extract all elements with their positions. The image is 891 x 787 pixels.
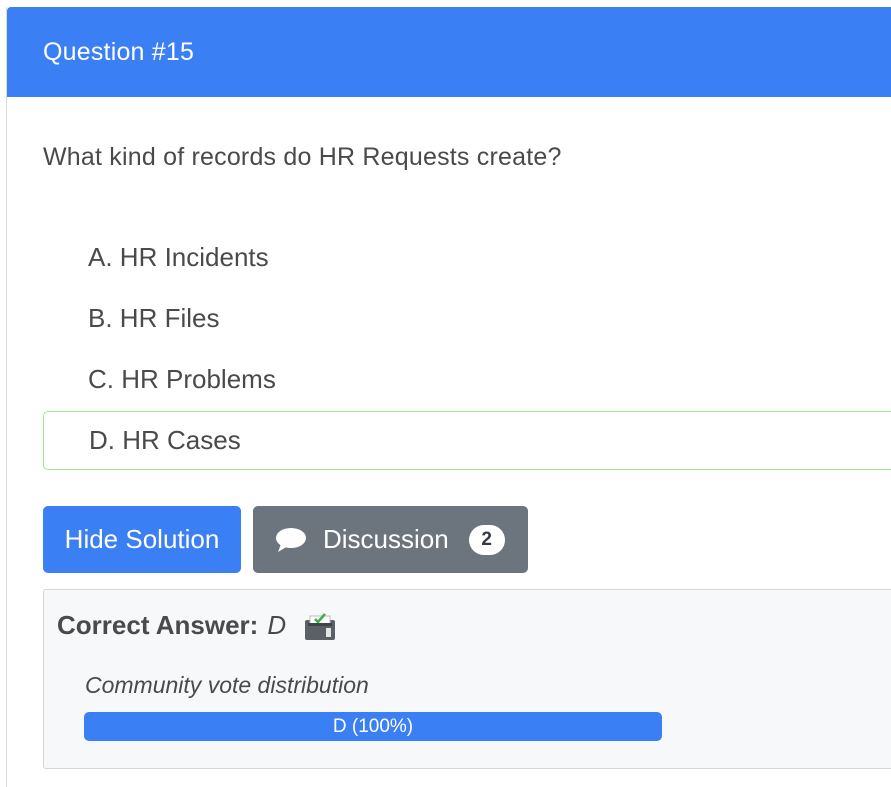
question-text: What kind of records do HR Requests crea… [43,143,562,171]
choice-b[interactable]: B. HR Files [43,290,891,346]
discussion-button[interactable]: Discussion 2 [253,506,528,573]
question-number: Question #15 [43,37,195,66]
choice-a[interactable]: A. HR Incidents [43,229,891,285]
choice-d[interactable]: D. HR Cases [43,411,891,470]
hide-solution-button[interactable]: Hide Solution [43,506,241,573]
discussion-count-badge: 2 [468,524,505,555]
vote-distribution-title: Community vote distribution [85,672,369,698]
vote-progress-bar: D (100%) [84,712,662,741]
speech-bubble-icon [276,527,306,552]
correct-answer-line: Correct Answer: D [57,610,336,641]
vote-progress-fill: D (100%) [84,712,662,741]
solution-panel: Correct Answer: D Community vote distrib… [43,589,891,769]
question-card: Question #15 What kind of records do HR … [6,7,891,787]
correct-answer-label: Correct Answer: [57,610,259,640]
discussion-label: Discussion [323,524,449,554]
choice-c[interactable]: C. HR Problems [43,351,891,407]
correct-answer-value: D [267,610,287,640]
ballot-box-icon [305,612,336,640]
hide-solution-label: Hide Solution [64,524,220,554]
card-header: Question #15 [7,7,891,97]
